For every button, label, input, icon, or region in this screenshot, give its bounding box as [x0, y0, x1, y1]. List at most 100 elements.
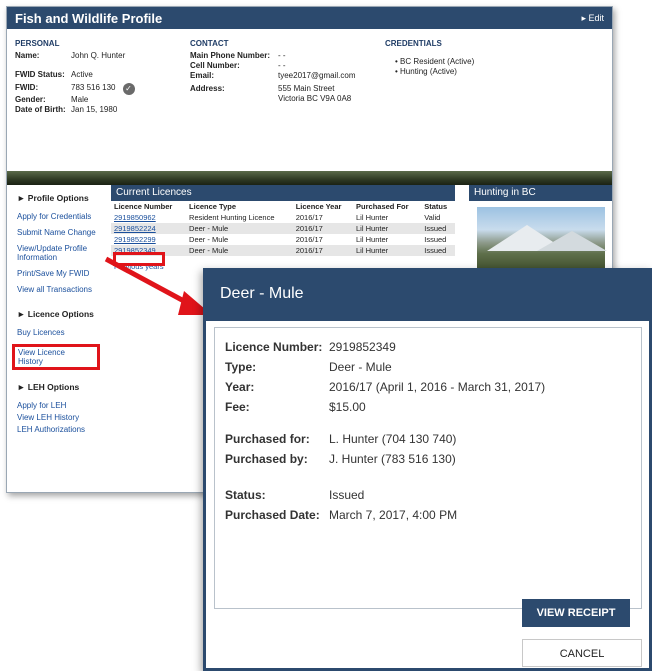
- col-purchased-for: Purchased For: [356, 202, 409, 211]
- profile-info-panel: PERSONAL Name: John Q. Hunter FWID Status…: [7, 29, 612, 171]
- col-status: Status: [424, 202, 448, 211]
- licence-number-link[interactable]: 2919852224: [114, 224, 156, 233]
- licence-number-link[interactable]: 2919850962: [114, 213, 156, 222]
- leh-options-heading: ► LEH Options: [17, 382, 80, 392]
- fwid-status-label: FWID Status:: [15, 70, 65, 79]
- highlight-box: [113, 252, 165, 266]
- nav-apply-credentials[interactable]: Apply for Credentials: [17, 212, 99, 221]
- dob-label: Date of Birth:: [15, 105, 66, 114]
- licence-type-cell: Deer - Mule: [186, 223, 293, 234]
- name-label: Name:: [15, 51, 40, 60]
- modal-title: Deer - Mule: [206, 271, 649, 321]
- address-label: Address:: [190, 84, 225, 93]
- email-value: tyee2017@gmail.com: [278, 71, 356, 80]
- profile-titlebar: Fish and Wildlife Profile ▸ Edit: [7, 7, 612, 29]
- purchased-date-label: Purchased Date:: [225, 508, 320, 522]
- licence-type-cell: Deer - Mule: [189, 235, 229, 244]
- credential-item: • Hunting (Active): [395, 67, 457, 76]
- licence-detail-modal: Deer - Mule Licence Number: 2919852349 Ty…: [203, 268, 652, 671]
- licence-year-cell: 2016/17: [292, 245, 354, 256]
- nav-update-profile[interactable]: View/Update Profile Information: [17, 244, 99, 262]
- table-row: 2919852224 Deer - Mule 2016/17 Lil Hunte…: [111, 223, 455, 234]
- licence-year-cell: 2016/17: [295, 213, 323, 222]
- credentials-section: CREDENTIALS • BC Resident (Active) • Hun…: [385, 39, 474, 77]
- licence-options-heading: ► Licence Options: [17, 309, 94, 319]
- gender-value: Male: [71, 95, 89, 104]
- col-licence-type: Licence Type: [189, 202, 236, 211]
- main-phone-label: Main Phone Number:: [190, 51, 271, 60]
- nav-leh-authorizations[interactable]: LEH Authorizations: [17, 425, 99, 434]
- edit-link[interactable]: ▸ Edit: [581, 13, 604, 24]
- purchased-date-value: March 7, 2017, 4:00 PM: [329, 508, 458, 522]
- type-label: Type:: [225, 360, 257, 374]
- year-value: 2016/17 (April 1, 2016 - March 31, 2017): [329, 380, 546, 394]
- purchased-by-label: Purchased by:: [225, 452, 308, 466]
- purchased-for-value: L. Hunter (704 130 740): [329, 432, 457, 446]
- view-receipt-button[interactable]: VIEW RECEIPT: [522, 599, 630, 627]
- email-label: Email:: [190, 71, 215, 80]
- col-licence-number: Licence Number: [114, 202, 173, 211]
- fee-value: $15.00: [329, 400, 366, 414]
- banner-image: [7, 171, 612, 185]
- nav-view-licence-history[interactable]: View Licence History: [18, 348, 78, 366]
- nav-submit-name-change[interactable]: Submit Name Change: [17, 228, 99, 237]
- nav-apply-leh[interactable]: Apply for LEH: [17, 401, 99, 410]
- name-value: John Q. Hunter: [71, 51, 126, 60]
- nav-buy-licences[interactable]: Buy Licences: [17, 328, 99, 337]
- status-cell: Issued: [421, 245, 455, 256]
- hunting-title: Hunting in BC: [469, 185, 612, 201]
- profile-options-heading: ► Profile Options: [17, 193, 89, 203]
- licence-type-cell: Deer - Mule: [186, 245, 293, 256]
- contact-section: CONTACT Main Phone Number: - - Cell Numbe…: [190, 39, 356, 104]
- status-cell: Valid: [424, 213, 441, 222]
- current-licences-title: Current Licences: [111, 185, 455, 201]
- licence-number-value: 2919852349: [329, 340, 396, 354]
- purchased-for-cell: Lil Hunter: [353, 245, 422, 256]
- year-label: Year:: [225, 380, 255, 394]
- mountain-landscape-image: [477, 207, 607, 272]
- fee-label: Fee:: [225, 400, 250, 414]
- fwid-status-value: Active: [71, 70, 93, 79]
- fwid-label: FWID:: [15, 83, 39, 92]
- status-value: Issued: [329, 488, 365, 502]
- dob-value: Jan 15, 1980: [71, 105, 118, 114]
- cell-label: Cell Number:: [190, 61, 240, 70]
- licence-type-cell: Resident Hunting Licence: [189, 213, 275, 222]
- cancel-button[interactable]: CANCEL: [522, 639, 642, 667]
- gender-label: Gender:: [15, 95, 46, 104]
- address-line1: 555 Main Street: [278, 84, 335, 93]
- modal-body: Licence Number: 2919852349 Type: Deer - Mu…: [214, 327, 642, 609]
- credential-item: • BC Resident (Active): [395, 57, 475, 66]
- credentials-heading: CREDENTIALS: [385, 39, 442, 48]
- type-value: Deer - Mule: [329, 360, 392, 374]
- nav-print-fwid[interactable]: Print/Save My FWID: [17, 269, 99, 278]
- status-cell: Issued: [421, 223, 455, 234]
- table-row: 2919850962 Resident Hunting Licence 2016…: [111, 212, 455, 223]
- licence-year-cell: 2016/17: [292, 223, 354, 234]
- fwid-value: 783 516 130: [71, 83, 116, 92]
- verified-check-icon: ✓: [122, 83, 135, 95]
- licence-number-link[interactable]: 2919852299: [114, 235, 156, 244]
- status-cell: Issued: [424, 235, 447, 244]
- licence-number-label: Licence Number:: [225, 340, 323, 354]
- purchased-for-cell: Lil Hunter: [356, 235, 389, 244]
- purchased-for-cell: Lil Hunter: [353, 223, 422, 234]
- table-row: 2919852299 Deer - Mule 2016/17 Lil Hunte…: [111, 234, 455, 245]
- contact-heading: CONTACT: [190, 39, 229, 48]
- personal-heading: PERSONAL: [15, 39, 60, 48]
- licence-year-cell: 2016/17: [295, 235, 323, 244]
- purchased-for-label: Purchased for:: [225, 432, 310, 446]
- personal-section: PERSONAL Name: John Q. Hunter FWID Status…: [15, 39, 135, 115]
- status-label: Status:: [225, 488, 266, 502]
- cell-value: - -: [278, 61, 286, 70]
- left-nav: ► Profile Options Apply for Credentials …: [7, 185, 109, 492]
- profile-title: Fish and Wildlife Profile: [15, 10, 163, 26]
- nav-view-leh-history[interactable]: View LEH History: [17, 413, 99, 422]
- highlight-box: View Licence History: [12, 344, 100, 370]
- purchased-for-cell: Lil Hunter: [356, 213, 389, 222]
- main-phone-value: - -: [278, 51, 286, 60]
- address-line2: Victoria BC V9A 0A8: [278, 94, 352, 103]
- licences-table: Licence Number Licence Type Licence Year…: [111, 201, 455, 256]
- nav-view-transactions[interactable]: View all Transactions: [17, 285, 99, 294]
- col-licence-year: Licence Year: [295, 202, 342, 211]
